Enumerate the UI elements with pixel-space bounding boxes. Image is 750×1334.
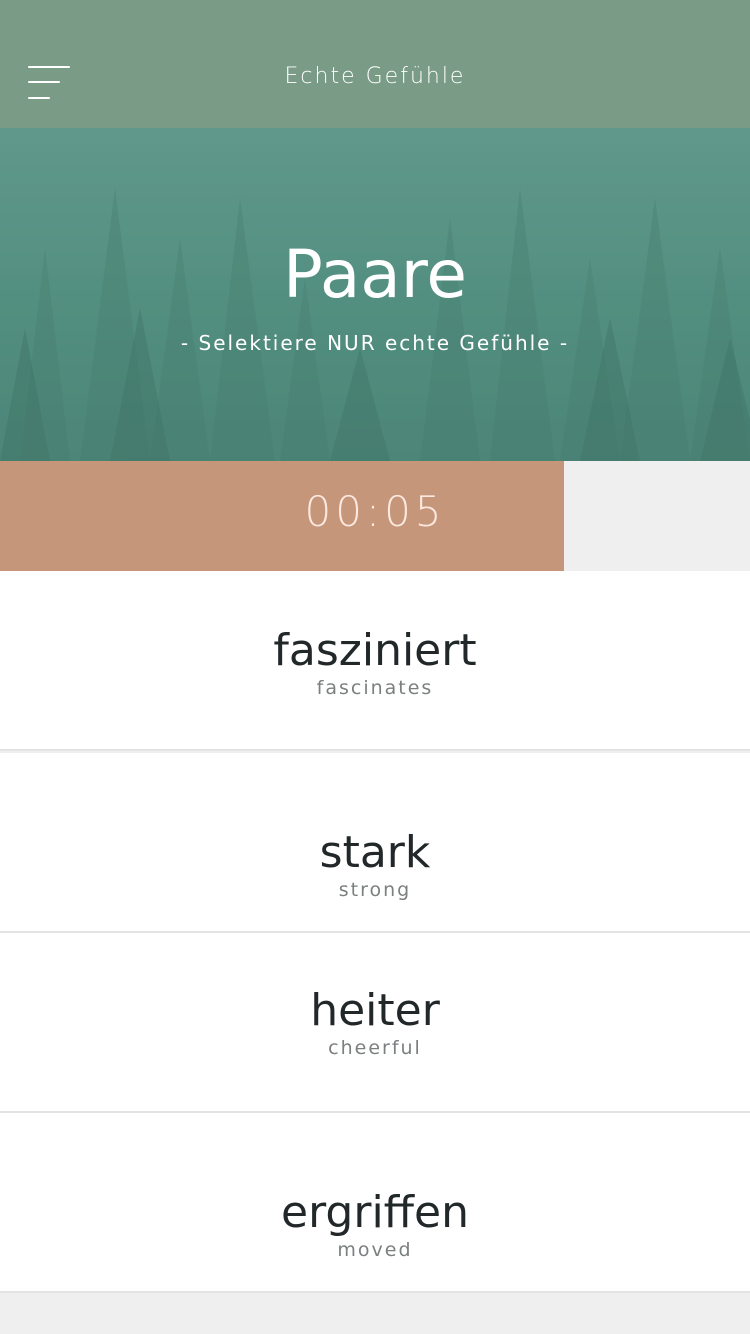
- option-card-1[interactable]: fasziniert fascinates: [0, 571, 750, 751]
- timer-text: 00:05: [304, 487, 446, 536]
- timer-bar: 00:05: [0, 461, 750, 571]
- option-word: ergriffen: [281, 1187, 469, 1238]
- page-title: Paare: [282, 236, 467, 313]
- app-title: Echte Gefühle: [284, 64, 466, 89]
- hero-banner: Paare - Selektiere NUR echte Gefühle -: [0, 128, 750, 461]
- option-translation: fascinates: [316, 677, 434, 699]
- option-translation: moved: [337, 1239, 413, 1261]
- option-card-2[interactable]: stark strong: [0, 753, 750, 933]
- option-word: fasziniert: [273, 625, 477, 676]
- option-card-4[interactable]: ergriffen moved: [0, 1113, 750, 1293]
- option-card-3[interactable]: heiter cheerful: [0, 933, 750, 1113]
- top-bar: Echte Gefühle: [0, 0, 750, 128]
- option-word: heiter: [310, 985, 440, 1036]
- option-translation: cheerful: [328, 1037, 422, 1059]
- option-word: stark: [319, 827, 431, 878]
- option-translation: strong: [338, 879, 412, 901]
- instruction-subtitle: - Selektiere NUR echte Gefühle -: [180, 331, 570, 355]
